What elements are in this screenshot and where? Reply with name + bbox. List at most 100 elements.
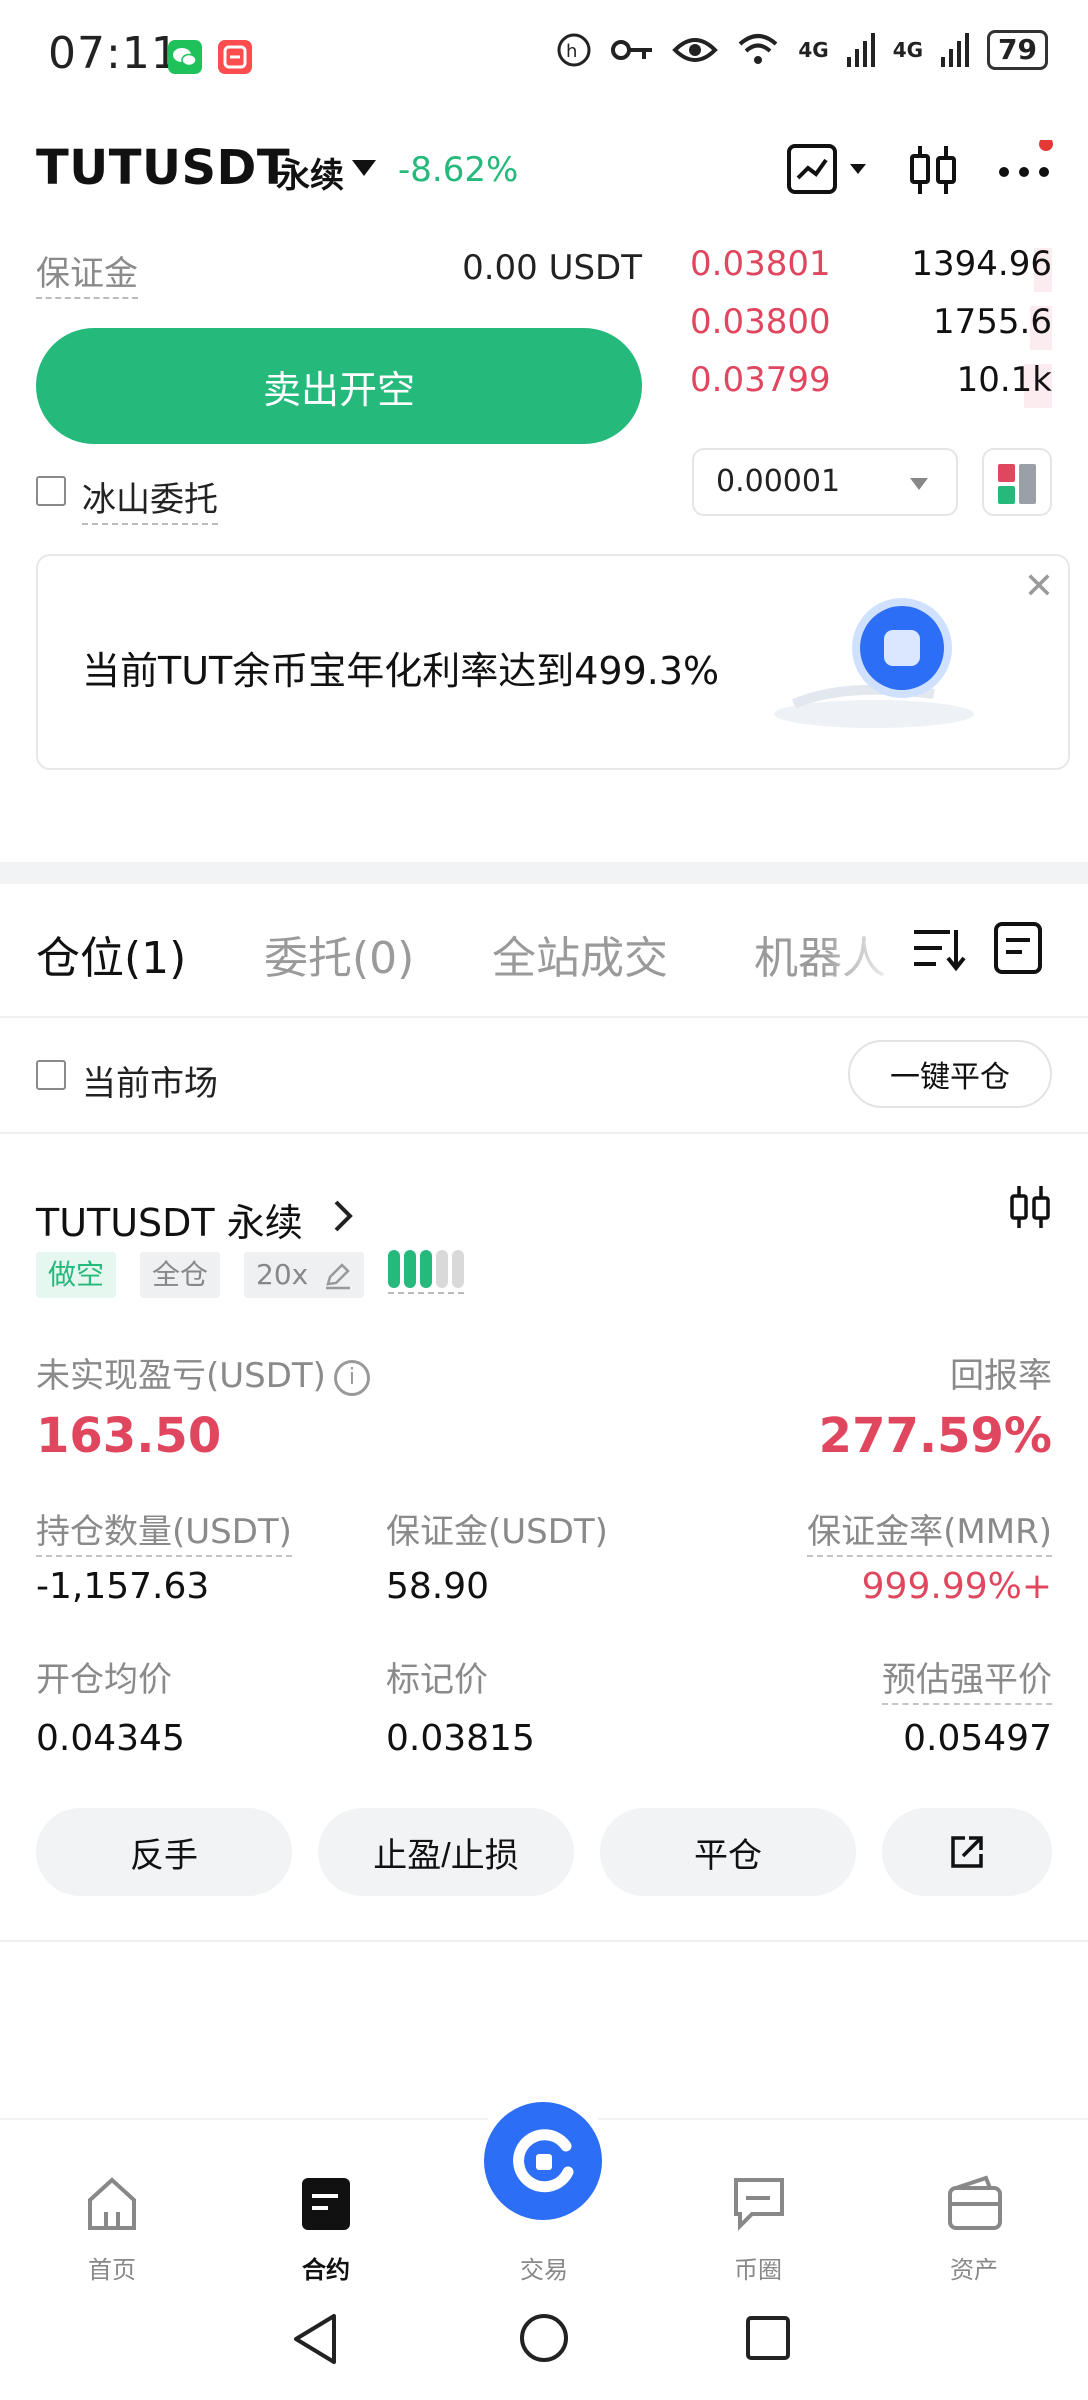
nav-home-label: 首页	[88, 2256, 136, 2284]
entry-price-value: 0.04345	[36, 1718, 185, 1759]
unrealized-pnl-label: 未实现盈亏(USDT) i	[36, 1348, 370, 1397]
trade-logo-icon	[513, 2129, 574, 2193]
trade-fab-button[interactable]	[484, 2102, 602, 2220]
roe-label: 回报率	[950, 1356, 1052, 1396]
promo-banner[interactable]: 当前TUT余币宝年化利率达到499.3% ✕	[36, 554, 1070, 770]
network-type-1: 4G	[798, 38, 829, 62]
pair-dropdown-icon[interactable]	[352, 160, 376, 176]
risk-bar	[436, 1250, 448, 1288]
wifi-icon	[739, 34, 778, 64]
back-icon[interactable]	[290, 2310, 342, 2368]
mmr-label[interactable]: 保证金率(MMR)	[807, 1504, 1052, 1557]
ask-quantity: 1755.6	[933, 302, 1052, 342]
sell-open-short-button[interactable]: 卖出开空	[36, 328, 642, 444]
close-icon[interactable]: ✕	[1024, 566, 1054, 607]
margin-available-value: 0.00 USDT	[462, 248, 642, 288]
hd-call-icon: h	[557, 33, 591, 67]
margin-label: 保证金	[36, 246, 138, 299]
tab-fade	[820, 900, 900, 1000]
mmr-value: 999.99%+	[861, 1566, 1052, 1607]
leverage-tag[interactable]: 20x	[244, 1252, 364, 1298]
ask-price: 0.03800	[690, 302, 831, 342]
share-button[interactable]	[882, 1808, 1052, 1896]
order-history-icon[interactable]	[992, 920, 1046, 980]
reverse-position-button[interactable]: 反手	[36, 1808, 292, 1896]
wallet-icon	[948, 2175, 1002, 2230]
unrealized-pnl-label-text: 未实现盈亏(USDT)	[36, 1356, 326, 1396]
risk-bar	[420, 1250, 432, 1288]
mark-price-value: 0.03815	[386, 1718, 535, 1759]
risk-bar	[404, 1250, 416, 1288]
network-type-2: 4G	[892, 38, 924, 62]
position-margin-label: 保证金(USDT)	[386, 1512, 608, 1552]
iceberg-order-label[interactable]: 冰山委托	[82, 472, 218, 525]
key-icon	[611, 40, 653, 60]
liquidation-price-value: 0.05497	[903, 1718, 1052, 1759]
ask-price: 0.03801	[690, 244, 831, 284]
signal-icon	[941, 33, 970, 67]
pair-title[interactable]: TUTUSDT	[36, 140, 290, 196]
price-precision-value: 0.00001	[716, 464, 841, 499]
unrealized-pnl-value: 163.50	[36, 1408, 222, 1464]
svg-text:h: h	[566, 41, 577, 62]
position-margin-value: 58.90	[386, 1566, 490, 1607]
close-position-button[interactable]: 平仓	[600, 1808, 856, 1896]
order-book-layout-button[interactable]	[982, 448, 1052, 516]
signal-icon	[846, 33, 875, 67]
tp-sl-button[interactable]: 止盈/止损	[318, 1808, 574, 1896]
contract-type[interactable]: 永续	[276, 148, 344, 197]
nav-assets-label: 资产	[950, 2256, 998, 2284]
chevron-down-icon	[910, 478, 928, 490]
current-market-checkbox[interactable]	[36, 1060, 66, 1090]
chart-icon[interactable]	[786, 140, 876, 204]
entry-price-label: 开仓均价	[36, 1660, 172, 1700]
roe-value: 277.59%	[818, 1408, 1052, 1464]
risk-bar	[388, 1250, 400, 1288]
mark-price-label: 标记价	[386, 1660, 488, 1700]
info-icon[interactable]: i	[333, 1359, 370, 1396]
earn-coin-icon	[774, 598, 974, 728]
ask-price: 0.03799	[690, 360, 831, 400]
share-icon	[951, 1836, 983, 1868]
wechat-icon	[168, 40, 202, 74]
sort-icon[interactable]	[910, 922, 966, 978]
recents-icon[interactable]	[744, 2314, 792, 2362]
ask-quantity: 10.1k	[956, 360, 1052, 400]
divider	[0, 1132, 1088, 1134]
tab-positions[interactable]: 仓位(1)	[36, 922, 186, 986]
candlestick-icon[interactable]	[1008, 1184, 1052, 1230]
home-circle-icon[interactable]	[518, 2312, 570, 2364]
margin-mode-tag: 全仓	[140, 1252, 221, 1298]
tab-market-trades[interactable]: 全站成交	[492, 922, 668, 986]
liquidation-price-label[interactable]: 预估强平价	[882, 1652, 1052, 1705]
layout-icon	[998, 464, 1036, 504]
position-size-label[interactable]: 持仓数量(USDT)	[36, 1504, 292, 1557]
order-book-ask-row[interactable]: 0.03800 1755.6	[690, 302, 1052, 352]
current-market-label[interactable]: 当前市场	[82, 1056, 218, 1105]
price-precision-select[interactable]: 0.00001	[692, 448, 958, 516]
position-title[interactable]: TUTUSDT 永续	[36, 1192, 303, 1247]
promo-banner-text: 当前TUT余币宝年化利率达到499.3%	[82, 649, 720, 693]
risk-level-indicator	[388, 1250, 464, 1294]
position-size-value: -1,157.63	[36, 1566, 210, 1607]
chat-icon	[734, 2178, 784, 2231]
close-all-button[interactable]: 一键平仓	[848, 1040, 1052, 1108]
iceberg-checkbox[interactable]	[36, 476, 66, 506]
order-book-ask-row[interactable]: 0.03799 10.1k	[690, 360, 1052, 410]
chevron-right-icon[interactable]	[328, 1196, 358, 1236]
order-book-ask-row[interactable]: 0.03801 1394.96	[690, 244, 1052, 294]
section-divider	[0, 862, 1088, 884]
status-bar: 07:11 h 4G 4G 79	[0, 0, 1088, 110]
more-icon[interactable]	[996, 137, 1056, 204]
tab-orders[interactable]: 委托(0)	[264, 922, 414, 986]
nav-trade-label: 交易	[520, 2256, 568, 2284]
price-change: -8.62%	[398, 150, 519, 190]
nav-futures-label: 合约	[302, 2256, 350, 2284]
nav-community-label: 币圈	[734, 2256, 782, 2284]
home-icon	[88, 2177, 136, 2230]
taobao-icon	[218, 40, 252, 74]
risk-bar	[452, 1250, 464, 1288]
candlestick-icon[interactable]	[908, 140, 958, 204]
notification-dot	[1039, 137, 1053, 151]
battery-icon: 79	[987, 30, 1048, 70]
